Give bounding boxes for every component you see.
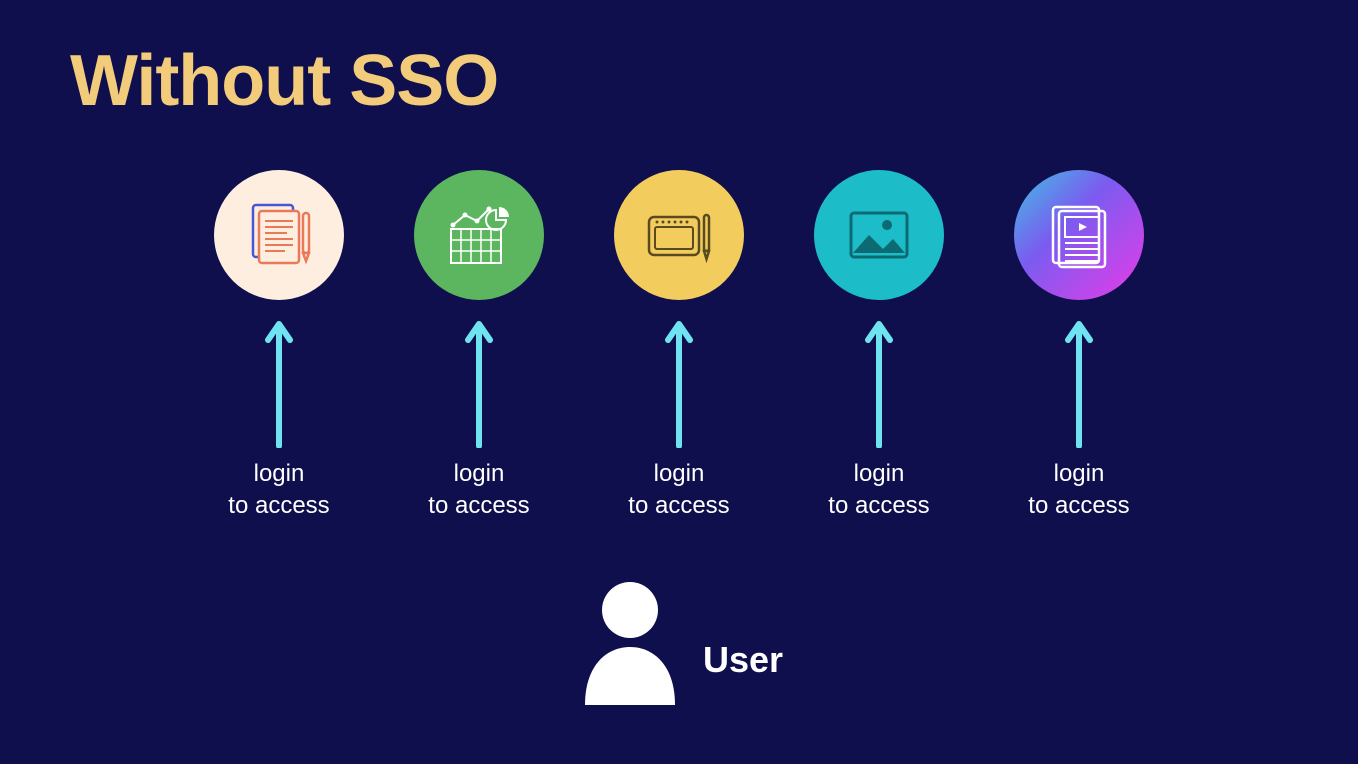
app-analytics: login to access [409, 170, 549, 523]
arrow-up-icon [464, 318, 494, 448]
app-caption: login to access [1028, 458, 1129, 523]
app-image: login to access [809, 170, 949, 523]
media-player-icon [1014, 170, 1144, 300]
app-media: login to access [1009, 170, 1149, 523]
arrow-up-icon [264, 318, 294, 448]
image-photo-icon [814, 170, 944, 300]
user-label: User [703, 639, 783, 681]
app-caption: login to access [628, 458, 729, 523]
documents-pen-icon [214, 170, 344, 300]
slide-title: Without SSO [70, 40, 498, 122]
app-caption: login to access [828, 458, 929, 523]
user-block: User [0, 575, 1358, 705]
app-documents: login to access [209, 170, 349, 523]
arrow-up-icon [864, 318, 894, 448]
analytics-chart-icon [414, 170, 544, 300]
apps-row: login to access [0, 170, 1358, 523]
app-drawing: login to access [609, 170, 749, 523]
arrow-up-icon [1064, 318, 1094, 448]
app-caption: login to access [228, 458, 329, 523]
app-caption: login to access [428, 458, 529, 523]
user-icon [575, 575, 685, 705]
arrow-up-icon [664, 318, 694, 448]
drawing-tablet-icon [614, 170, 744, 300]
